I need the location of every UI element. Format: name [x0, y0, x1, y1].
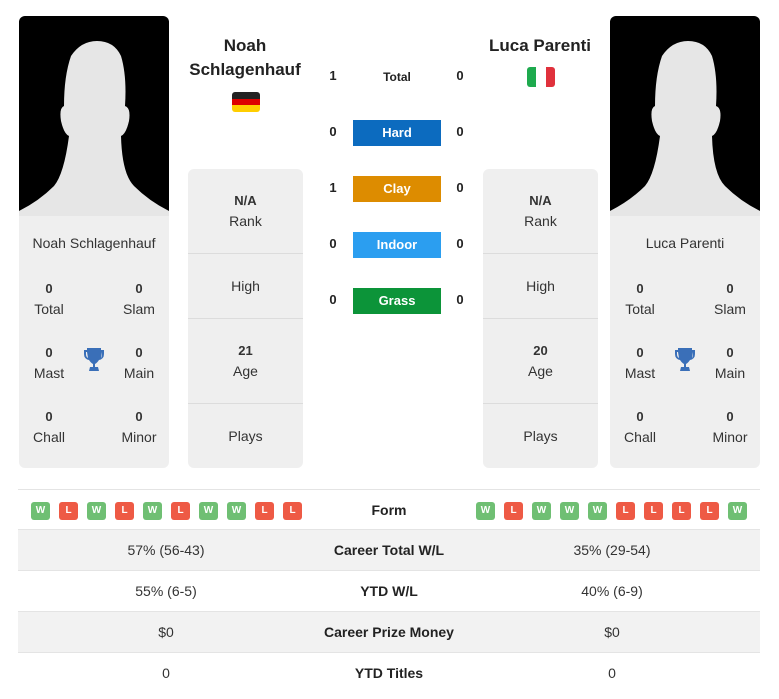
player1-plays: Plays: [228, 428, 263, 444]
player1-career-wl: 57% (56-43): [127, 542, 205, 558]
player2-form-badge-loss: L: [504, 502, 523, 520]
h2h-clay-p2: 0: [456, 180, 464, 195]
italy-flag-icon: [527, 67, 555, 87]
player1-form-badge-loss: L: [171, 502, 190, 520]
player2-high: High: [483, 254, 598, 319]
player2-prize-money: $0: [604, 624, 620, 640]
player1-prize-money: $0: [158, 624, 174, 640]
player1-high: High: [188, 254, 303, 319]
surface-grass-button[interactable]: Grass: [353, 288, 441, 314]
h2h-indoor-p2: 0: [456, 236, 464, 251]
player2-ytd-titles: 0: [608, 665, 616, 681]
stat-label-career-wl: Career Total W/L: [333, 542, 445, 558]
player2-form-badge-win: W: [588, 502, 607, 520]
player2-titles-main: 0 Main: [714, 345, 746, 381]
stat-label-ytd-wl: YTD W/L: [360, 583, 418, 599]
player1-form-badge-win: W: [31, 502, 50, 520]
silhouette-icon: [19, 41, 169, 216]
player1-form-badge-win: W: [143, 502, 162, 520]
h2h-hard-p2: 0: [456, 124, 464, 139]
player2-titles-total: 0 Total: [625, 281, 655, 317]
form-label: Form: [371, 502, 407, 518]
form-row: WLWLWLWWLL Form WLWWWLLLLW: [18, 489, 760, 529]
h2h-hard-p1: 0: [329, 124, 337, 139]
player1-photo-name: Noah Schlagenhauf: [32, 235, 156, 251]
stat-label-prize-money: Career Prize Money: [324, 624, 454, 640]
player2-form-badge-loss: L: [616, 502, 635, 520]
player2-form-badge-loss: L: [672, 502, 691, 520]
player2-form-badge-win: W: [728, 502, 747, 520]
player1-titles-mast: 0 Mast: [33, 345, 65, 381]
player2-photo: [610, 16, 760, 216]
stat-row-prize-money: $0 Career Prize Money $0: [18, 611, 760, 652]
player2-form-badge-win: W: [476, 502, 495, 520]
h2h-total-p1: 1: [329, 68, 337, 83]
player1-age: 21 Age: [188, 319, 303, 404]
player1-form-badge-loss: L: [115, 502, 134, 520]
player2-info: N/A Rank High 20 Age Plays: [483, 169, 598, 468]
h2h-grass-p1: 0: [329, 292, 337, 307]
h2h-grass-p2: 0: [456, 292, 464, 307]
trophy-icon: [674, 347, 696, 373]
player1-form-badge-win: W: [87, 502, 106, 520]
player1-info: N/A Rank High 21 Age Plays: [188, 169, 303, 468]
player2-age: 20 Age: [483, 319, 598, 404]
player1-titles: 0 Total 0 Slam 0 Mast 0 Main 0 Chall 0 Minor: [19, 279, 169, 468]
player1-form-badge-loss: L: [59, 502, 78, 520]
stat-row-ytd-titles: 0 YTD Titles 0: [18, 652, 760, 693]
surface-clay-button[interactable]: Clay: [353, 176, 441, 202]
player2-name[interactable]: Luca Parenti: [470, 34, 610, 58]
h2h-total-p2: 0: [456, 68, 464, 83]
stat-row-career-wl: 57% (56-43) Career Total W/L 35% (29-54): [18, 529, 760, 570]
player2-career-wl: 35% (29-54): [573, 542, 651, 558]
player1-titles-main: 0 Main: [123, 345, 155, 381]
stat-row-ytd-wl: 55% (6-5) YTD W/L 40% (6-9): [18, 570, 760, 611]
h2h-indoor-p1: 0: [329, 236, 337, 251]
player2-card: Luca Parenti 0 Total 0 Slam 0 Mast 0 Main 0C…: [610, 16, 760, 468]
surface-indoor-button[interactable]: Indoor: [353, 232, 441, 258]
player2-form-badge-loss: L: [644, 502, 663, 520]
h2h-total-label: Total: [383, 70, 411, 84]
player2-form-badge-loss: L: [700, 502, 719, 520]
player1-photo: [19, 16, 169, 216]
player1-ytd-wl: 55% (6-5): [135, 583, 197, 599]
player1-name[interactable]: Noah Schlagenhauf: [180, 34, 310, 82]
player2-titles-slam: 0 Slam: [714, 281, 746, 317]
player2-form-badge-win: W: [532, 502, 551, 520]
player1-titles-chall: 0 Chall: [33, 409, 65, 445]
player1-titles-total: 0 Total: [34, 281, 64, 317]
player2-form-badge-win: W: [560, 502, 579, 520]
player2-ytd-wl: 40% (6-9): [581, 583, 643, 599]
player1-rank: N/A Rank: [188, 169, 303, 254]
silhouette-icon: [610, 41, 760, 216]
player1-form-badge-loss: L: [255, 502, 274, 520]
player1-form-badge-win: W: [199, 502, 218, 520]
player2-photo-name: Luca Parenti: [645, 235, 725, 251]
player1-titles-slam: 0 Slam: [123, 281, 155, 317]
player2-plays: Plays: [523, 428, 558, 444]
germany-flag-icon: [232, 92, 260, 112]
h2h-clay-p1: 1: [329, 180, 337, 195]
player2-titles-minor: 0 Minor: [712, 409, 748, 445]
player2-titles-chall: 0 Chall: [624, 409, 656, 445]
player2-titles-mast: 0 Mast: [624, 345, 656, 381]
surface-hard-button[interactable]: Hard: [353, 120, 441, 146]
trophy-icon: [83, 347, 105, 373]
player1-form-badge-win: W: [227, 502, 246, 520]
player1-titles-minor: 0 Minor: [121, 409, 157, 445]
player1-card: Noah Schlagenhauf 0 Total 0 Slam 0 Mast 0 Ma…: [19, 16, 169, 468]
player2-titles: 0 Total 0 Slam 0 Mast 0 Main 0 Chall 0 Minor: [610, 279, 760, 468]
player1-ytd-titles: 0: [162, 665, 170, 681]
stat-label-ytd-titles: YTD Titles: [354, 665, 424, 681]
player2-rank: N/A Rank: [483, 169, 598, 254]
